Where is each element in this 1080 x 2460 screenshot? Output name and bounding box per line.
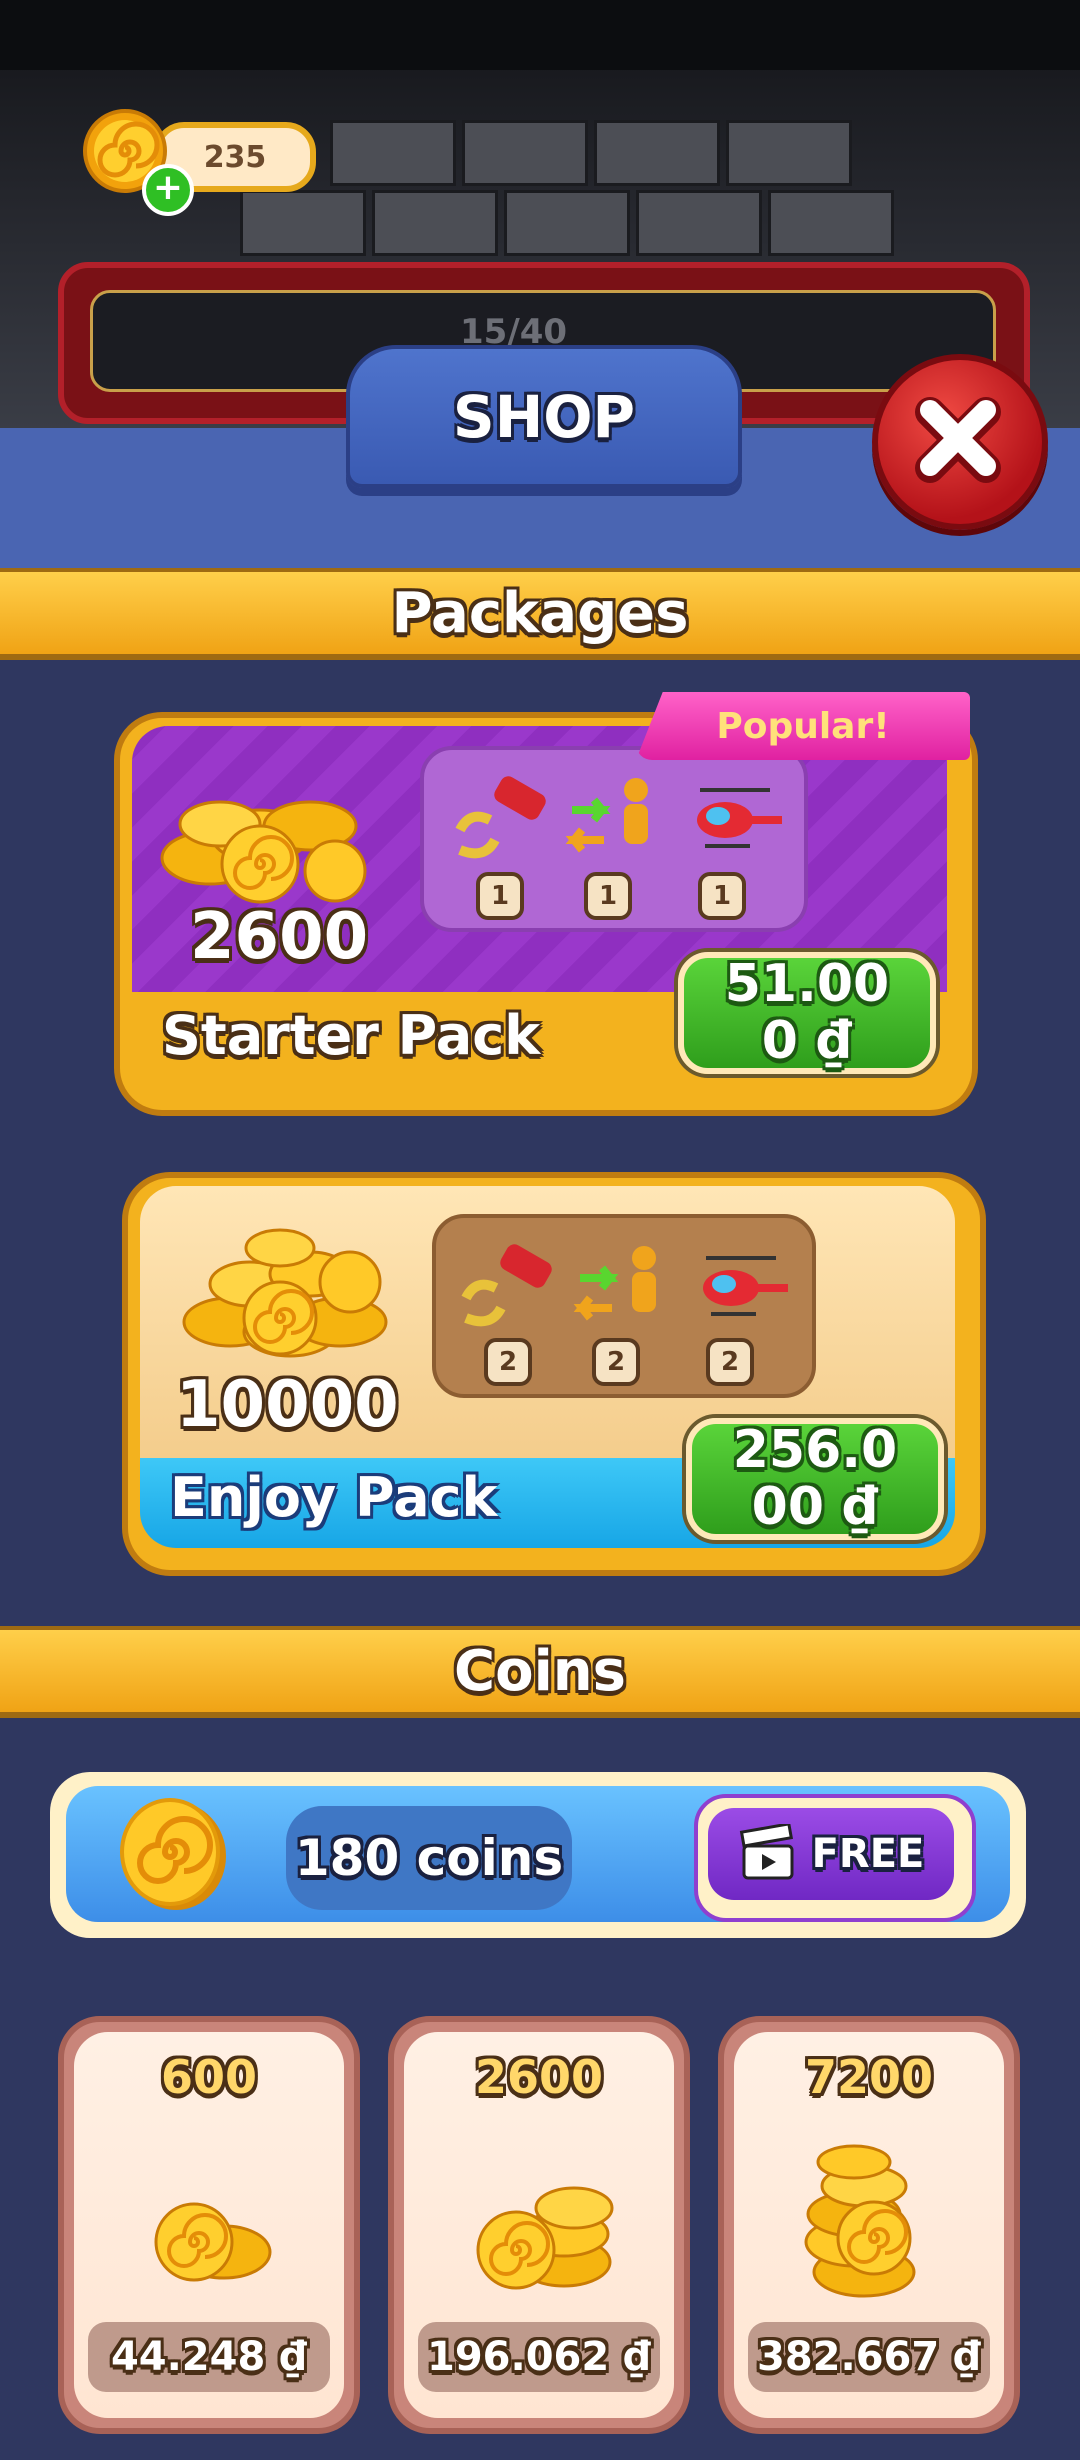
coin-offer-price: 44.248 ₫	[88, 2322, 330, 2392]
clapperboard-icon	[739, 1824, 794, 1880]
coin-offer-card[interactable]: 2600 196.062 ₫	[388, 2016, 690, 2434]
coin-pile-icon	[804, 2144, 916, 2298]
item-count: 1	[584, 872, 632, 920]
coins-section-title: Coins	[0, 1626, 1080, 1718]
coin-icon	[120, 1798, 226, 1910]
popular-ribbon: Popular!	[636, 692, 970, 760]
starter-pack-name: Starter Pack	[162, 1004, 541, 1067]
item-count: 2	[484, 1338, 532, 1386]
add-coins-icon[interactable]: +	[142, 164, 194, 216]
starter-pack-price-line1: 51.00	[724, 953, 890, 1014]
watch-ad-free-button-inner: FREE	[708, 1808, 954, 1900]
enjoy-pack-coins: 10000	[176, 1368, 399, 1442]
swap-person-icon	[573, 1246, 656, 1321]
free-label: FREE	[811, 1831, 925, 1877]
enjoy-pack-name: Enjoy Pack	[170, 1466, 498, 1529]
coin-offer-card[interactable]: 600 44.248 ₫	[58, 2016, 360, 2434]
watch-ad-free-button[interactable]: FREE	[694, 1794, 976, 1922]
enjoy-pack-buy-button[interactable]: 256.0 00 ₫	[686, 1418, 944, 1540]
coin-counter[interactable]: 235 +	[82, 108, 316, 216]
starter-pack-items: 1 1 1	[420, 746, 808, 932]
item-count: 1	[476, 872, 524, 920]
coin-offer-card[interactable]: 7200 382.667 ₫	[718, 2016, 1020, 2434]
shop-title: SHOP	[346, 345, 742, 488]
coin-offer-amount: 7200	[804, 2050, 934, 2104]
item-count: 1	[698, 872, 746, 920]
swap-car-icon	[455, 776, 546, 859]
helicopter-icon	[697, 788, 782, 848]
coin-pile-icon	[160, 800, 367, 904]
item-count: 2	[706, 1338, 754, 1386]
coin-pile-icon	[154, 2202, 272, 2282]
coin-offer-price: 382.667 ₫	[748, 2322, 990, 2392]
free-coins-amount: 180 coins	[286, 1806, 572, 1910]
swap-person-icon	[565, 778, 648, 853]
starter-pack-price-line2: 0 ₫	[761, 1011, 853, 1071]
enjoy-pack-price-line1: 256.0	[732, 1419, 898, 1480]
helicopter-icon	[703, 1256, 788, 1316]
close-button[interactable]	[872, 354, 1048, 530]
coin-offer-amount: 600	[160, 2050, 258, 2104]
coin-pile-icon	[476, 2186, 614, 2290]
packages-section-title: Packages	[0, 568, 1080, 660]
enjoy-pack-items: 2 2 2	[432, 1214, 816, 1398]
close-icon	[915, 397, 1001, 483]
starter-pack-buy-button[interactable]: 51.00 0 ₫	[678, 952, 936, 1074]
coin-pile-icon	[182, 1228, 388, 1358]
starter-pack-coins: 2600	[190, 900, 369, 974]
swap-car-icon	[461, 1244, 552, 1327]
coin-offer-price: 196.062 ₫	[418, 2322, 660, 2392]
enjoy-pack-price-line2: 00 ₫	[751, 1477, 879, 1537]
item-count: 2	[592, 1338, 640, 1386]
coin-offer-amount: 2600	[474, 2050, 604, 2104]
